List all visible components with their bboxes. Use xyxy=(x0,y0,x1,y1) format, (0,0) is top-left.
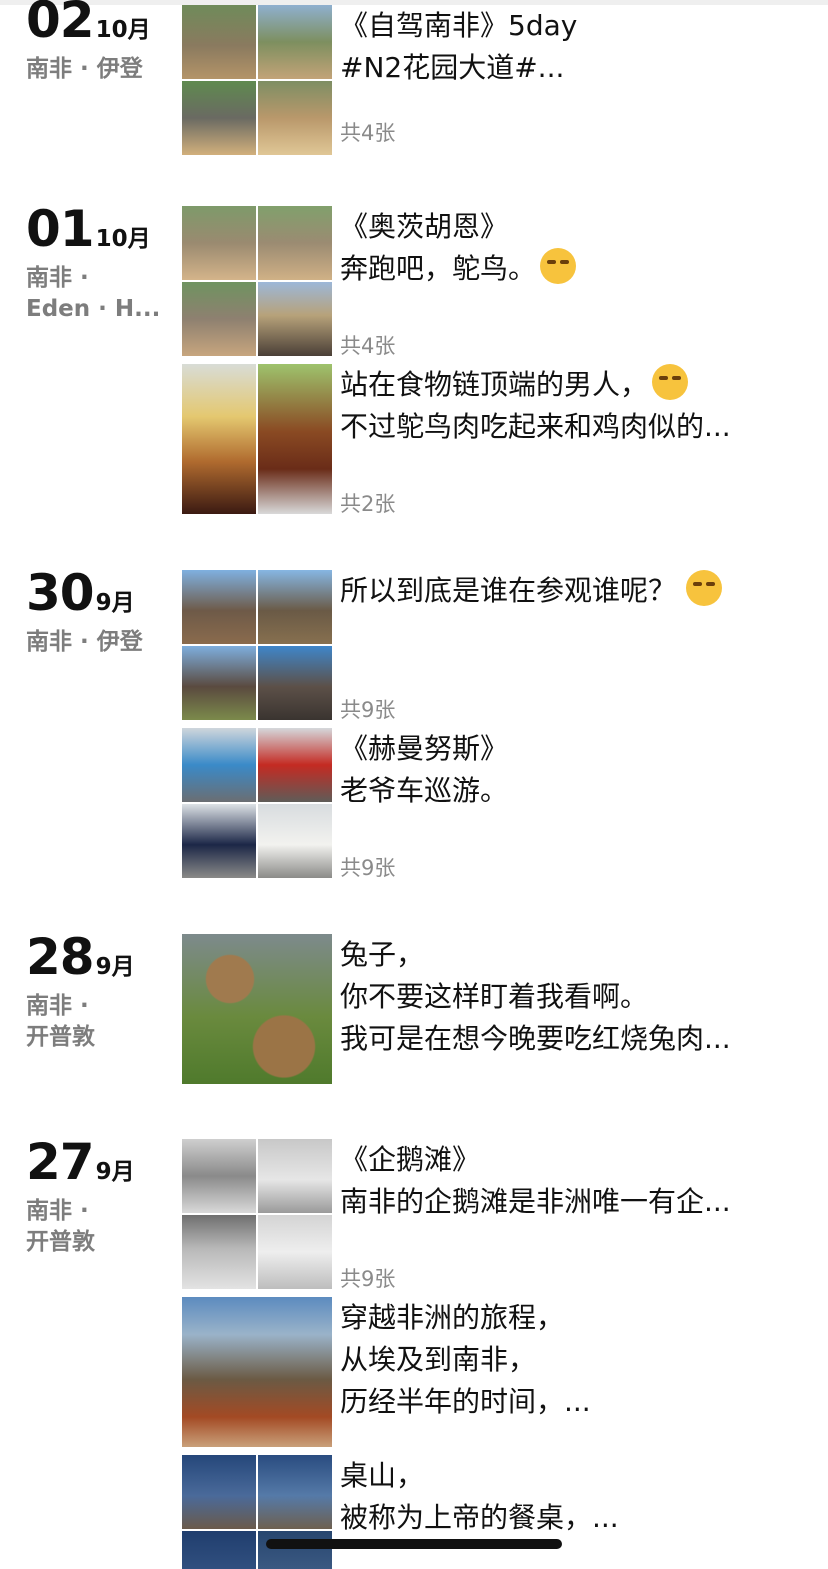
photo-grid[interactable] xyxy=(182,5,332,155)
photo-count: 共9张 xyxy=(340,698,396,722)
home-indicator[interactable] xyxy=(266,1539,562,1549)
day-number: 27 xyxy=(26,1133,95,1191)
date-block: 289月 南非 · 开普敦 xyxy=(26,931,176,1053)
photo-count: 共9张 xyxy=(340,856,396,880)
photo-count: 共4张 xyxy=(340,334,396,358)
month-label: 9月 xyxy=(95,590,135,616)
photo-thumbnail[interactable] xyxy=(182,81,256,155)
photo-thumbnail[interactable] xyxy=(258,570,332,644)
photo-thumbnail[interactable] xyxy=(182,1297,332,1447)
photo-thumbnail[interactable] xyxy=(258,282,332,356)
photo-thumbnail[interactable] xyxy=(258,1139,332,1213)
date-block: 0210月 南非 · 伊登 xyxy=(26,0,176,85)
photo-thumbnail[interactable] xyxy=(258,1455,332,1529)
photo-thumbnail[interactable] xyxy=(258,1531,332,1569)
location-label[interactable]: 南非 · 开普敦 xyxy=(26,991,176,1053)
photo-thumbnail[interactable] xyxy=(182,1215,256,1289)
photo-grid[interactable] xyxy=(182,364,332,514)
photo-thumbnail[interactable] xyxy=(258,5,332,79)
month-label: 10月 xyxy=(95,226,151,252)
photo-thumbnail[interactable] xyxy=(182,728,256,802)
photo-grid[interactable] xyxy=(182,1297,332,1447)
photo-grid[interactable] xyxy=(182,1139,332,1289)
month-label: 10月 xyxy=(95,17,151,43)
photo-thumbnail[interactable] xyxy=(258,206,332,280)
location-label[interactable]: 南非 · Eden · H... xyxy=(26,263,176,325)
photo-thumbnail[interactable] xyxy=(258,728,332,802)
post-caption: 穿越非洲的旅程， 从埃及到南非， 历经半年的时间，... xyxy=(340,1301,591,1418)
photo-thumbnail[interactable] xyxy=(182,934,332,1084)
photo-thumbnail[interactable] xyxy=(182,1455,256,1529)
photo-thumbnail[interactable] xyxy=(182,804,256,878)
photo-thumbnail[interactable] xyxy=(182,570,256,644)
photo-count: 共2张 xyxy=(340,492,396,516)
post-caption: 《企鹅滩》 南非的企鹅滩是非洲唯一有企... xyxy=(340,1143,731,1218)
smirk-emoji-icon xyxy=(652,364,689,400)
photo-grid[interactable] xyxy=(182,570,332,720)
date-block: 279月 南非 · 开普敦 xyxy=(26,1136,176,1258)
photo-thumbnail[interactable] xyxy=(258,1215,332,1289)
photo-count: 共4张 xyxy=(340,121,396,145)
photo-thumbnail[interactable] xyxy=(258,364,332,514)
photo-thumbnail[interactable] xyxy=(182,1531,256,1569)
photo-thumbnail[interactable] xyxy=(258,646,332,720)
laughing-tears-emoji-icon xyxy=(686,570,723,606)
month-label: 9月 xyxy=(95,1159,135,1185)
photo-thumbnail[interactable] xyxy=(182,206,256,280)
month-label: 9月 xyxy=(95,954,135,980)
day-number: 30 xyxy=(26,564,95,622)
date-block: 309月 南非 · 伊登 xyxy=(26,567,176,658)
photo-thumbnail[interactable] xyxy=(182,1139,256,1213)
post-caption: 《赫曼努斯》 老爷车巡游。 xyxy=(340,732,509,807)
photo-thumbnail[interactable] xyxy=(182,646,256,720)
photo-thumbnail[interactable] xyxy=(182,5,256,79)
location-label[interactable]: 南非 · 伊登 xyxy=(26,627,176,658)
day-number: 28 xyxy=(26,928,95,986)
post-caption: 兔子， 你不要这样盯着我看啊。 我可是在想今晚要吃红烧兔肉... xyxy=(340,938,731,1055)
photo-thumbnail[interactable] xyxy=(258,81,332,155)
date-block: 0110月 南非 · Eden · H... xyxy=(26,203,176,325)
photo-grid[interactable] xyxy=(182,1455,332,1569)
photo-grid[interactable] xyxy=(182,206,332,356)
day-number: 02 xyxy=(26,0,95,49)
day-number: 01 xyxy=(26,200,95,258)
photo-thumbnail[interactable] xyxy=(182,282,256,356)
smirk-emoji-icon xyxy=(540,248,577,284)
photo-grid[interactable] xyxy=(182,728,332,878)
location-label[interactable]: 南非 · 开普敦 xyxy=(26,1196,176,1258)
post-caption: 站在食物链顶端的男人， 不过鸵鸟肉吃起来和鸡肉似的... xyxy=(340,364,810,448)
post-caption: 《自驾南非》5day #N2花园大道#... xyxy=(340,9,578,84)
post-caption: 《奥茨胡恩》 奔跑吧，鸵鸟。 xyxy=(340,206,810,290)
photo-thumbnail[interactable] xyxy=(258,804,332,878)
photo-thumbnail[interactable] xyxy=(182,364,256,514)
location-label[interactable]: 南非 · 伊登 xyxy=(26,54,176,85)
photo-grid[interactable] xyxy=(182,934,332,1084)
photo-count: 共9张 xyxy=(340,1267,396,1291)
post-caption: 桌山， 被称为上帝的餐桌，... xyxy=(340,1459,619,1534)
post-caption: 所以到底是谁在参观谁呢？ xyxy=(340,570,810,612)
